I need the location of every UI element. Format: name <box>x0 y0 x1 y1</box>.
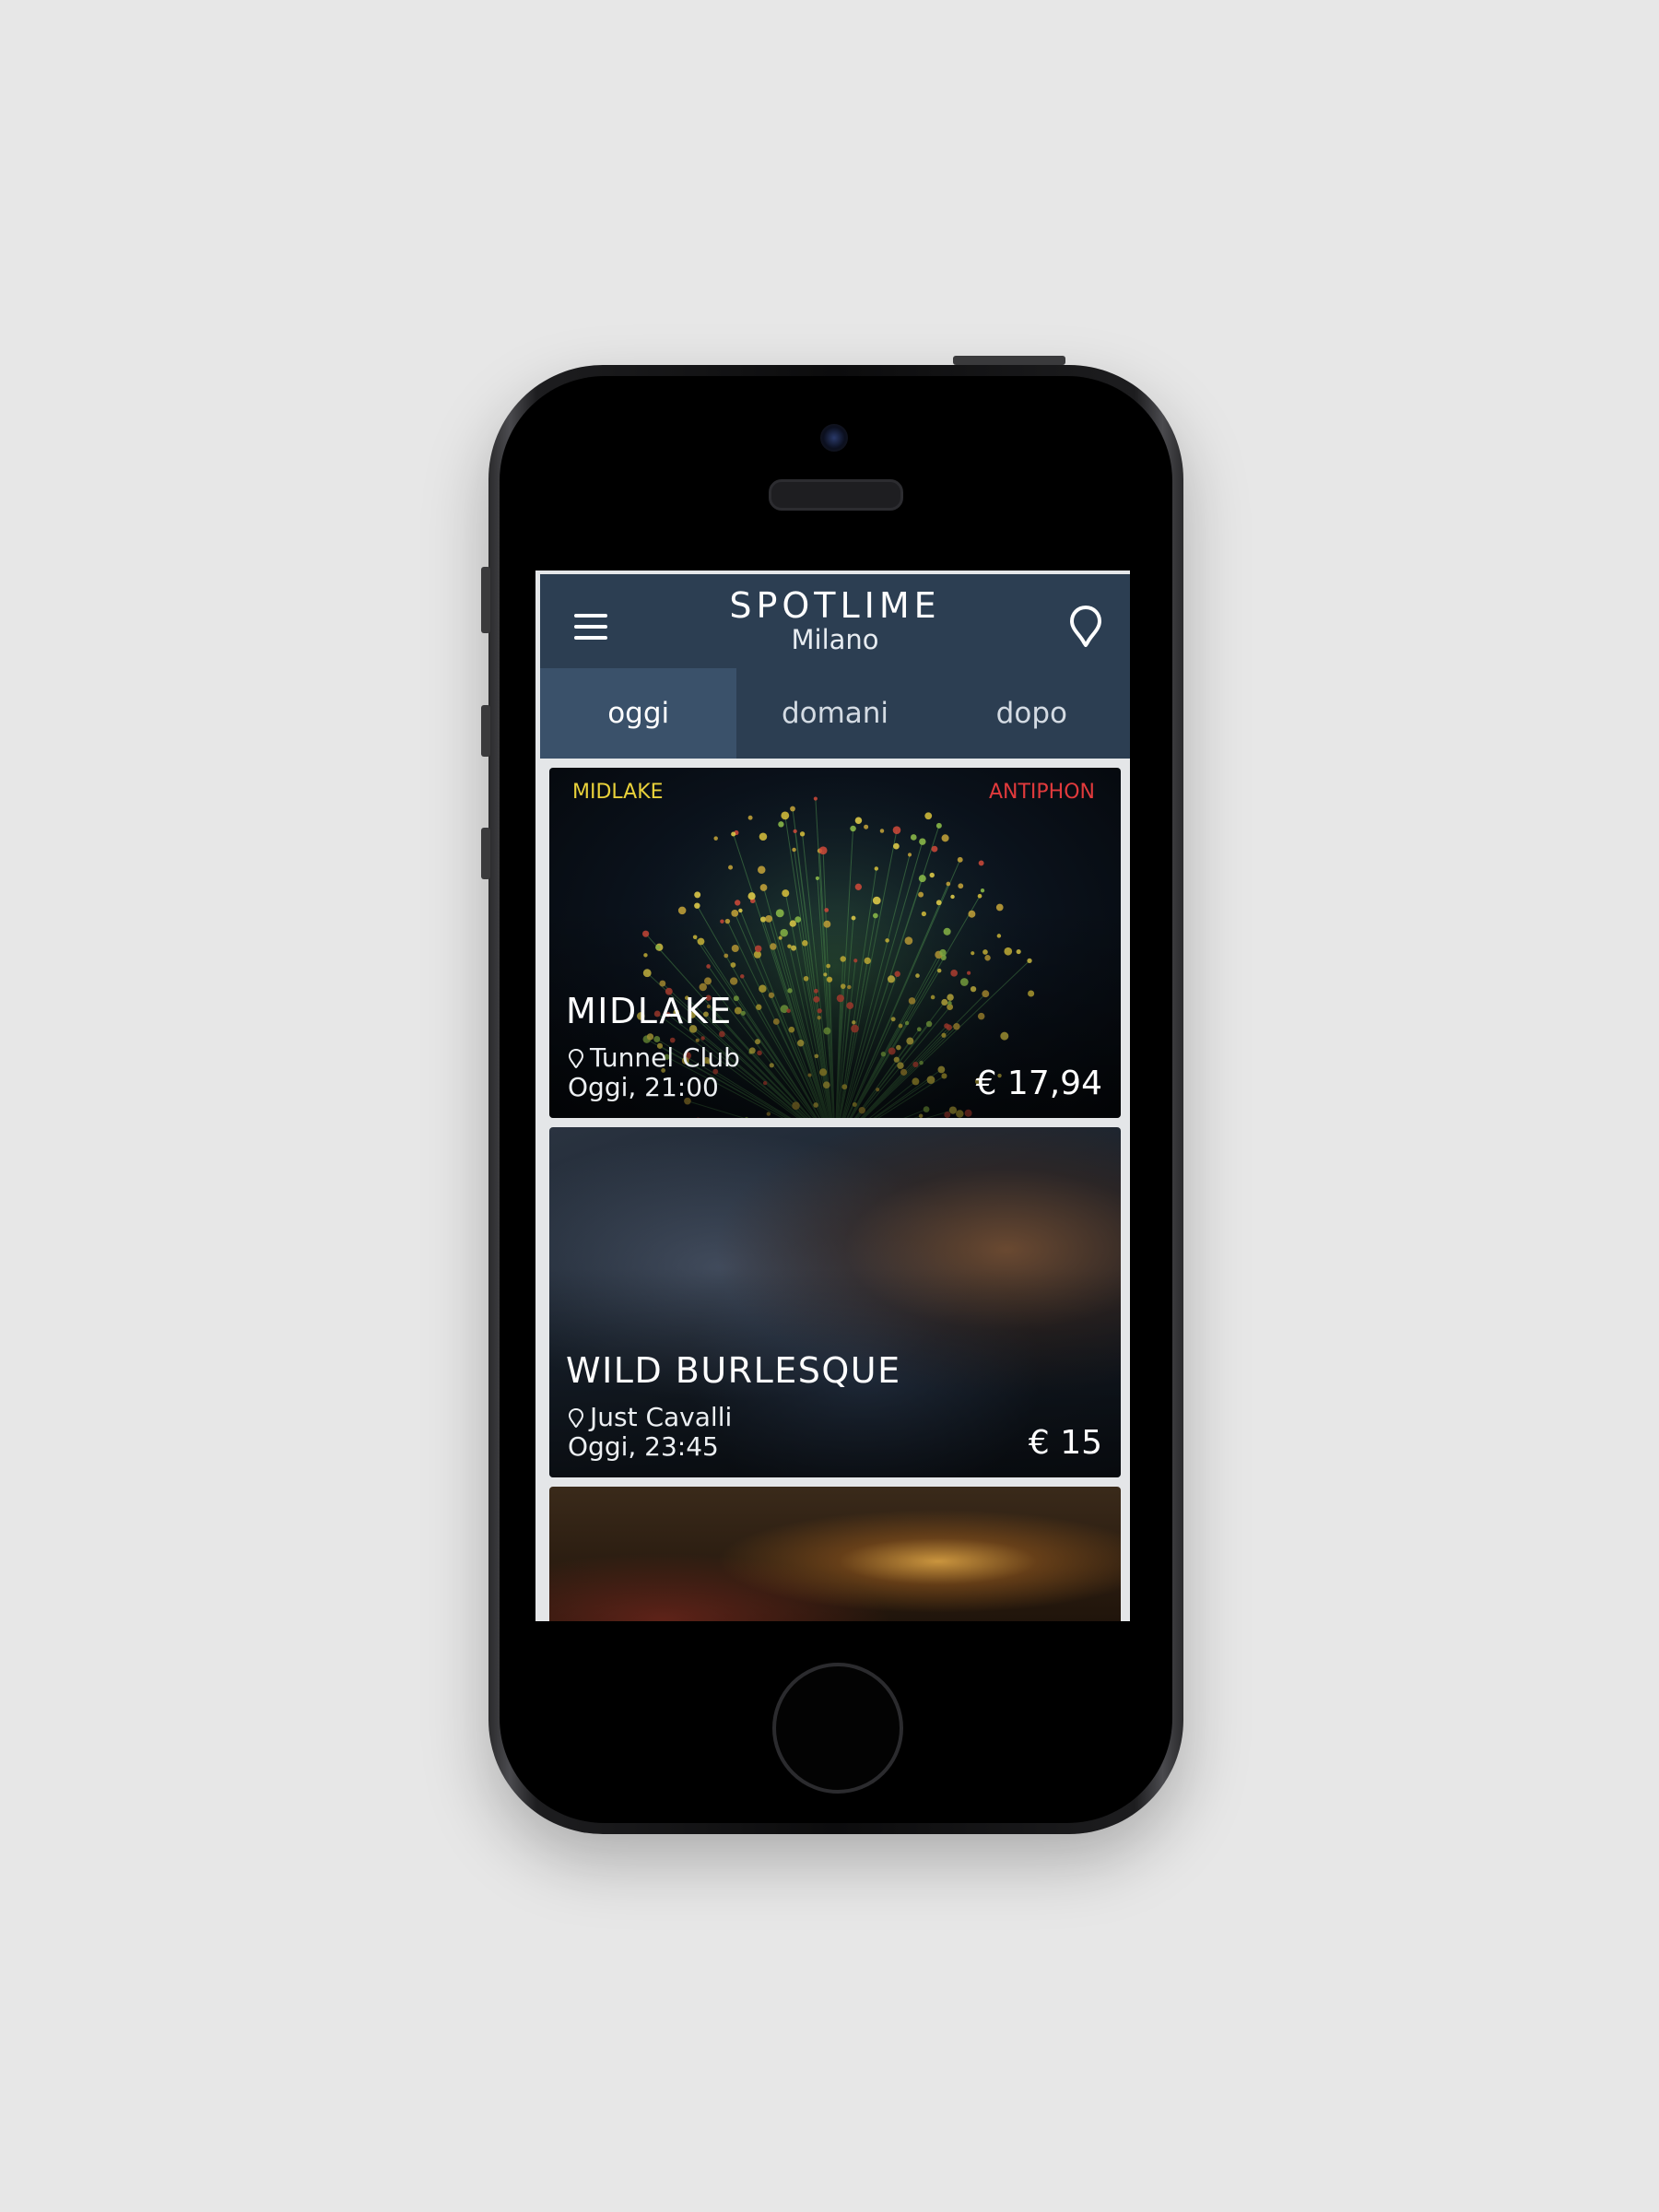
event-card[interactable]: WILD BURLESQUE Just Cavalli Oggi, 23:45 … <box>549 1127 1121 1477</box>
event-card[interactable] <box>549 1487 1121 1621</box>
app-title: SPOTLIME <box>729 585 941 626</box>
artist-tag: MIDLAKE <box>572 781 664 804</box>
event-title: WILD BURLESQUE <box>566 1350 901 1391</box>
app-screen: SPOTLIME Milano oggi domani dopo MIDLAKE… <box>535 571 1130 1621</box>
event-time: Oggi, 21:00 <box>568 1072 719 1102</box>
event-card[interactable]: MIDLAKE ANTIPHON MIDLAKE Tunnel Club Ogg… <box>549 768 1121 1118</box>
home-button[interactable] <box>772 1663 903 1794</box>
front-camera <box>820 424 848 452</box>
tab-domani[interactable]: domani <box>736 668 933 759</box>
map-pin-icon[interactable] <box>1069 605 1102 647</box>
event-price: € 15 <box>1028 1424 1102 1462</box>
tab-dopo[interactable]: dopo <box>934 668 1130 759</box>
app-header: SPOTLIME Milano oggi domani dopo <box>540 574 1130 759</box>
mute-switch <box>481 567 490 633</box>
artist-tag: ANTIPHON <box>988 781 1095 804</box>
tab-oggi[interactable]: oggi <box>540 668 737 759</box>
venue-name: Tunnel Club <box>590 1042 740 1073</box>
event-price: € 17,94 <box>975 1065 1102 1102</box>
map-pin-icon <box>568 1407 584 1428</box>
map-pin-icon <box>568 1048 584 1068</box>
event-venue: Just Cavalli <box>568 1402 732 1432</box>
event-venue: Tunnel Club <box>568 1042 740 1073</box>
earpiece-speaker <box>769 479 903 511</box>
city-name[interactable]: Milano <box>540 627 1130 653</box>
event-time: Oggi, 23:45 <box>568 1431 719 1462</box>
day-tabs: oggi domani dopo <box>540 668 1130 759</box>
event-title: MIDLAKE <box>566 991 733 1031</box>
power-button <box>953 356 1065 365</box>
volume-down-button <box>481 828 490 879</box>
venue-name: Just Cavalli <box>590 1402 733 1432</box>
volume-up-button <box>481 705 490 757</box>
